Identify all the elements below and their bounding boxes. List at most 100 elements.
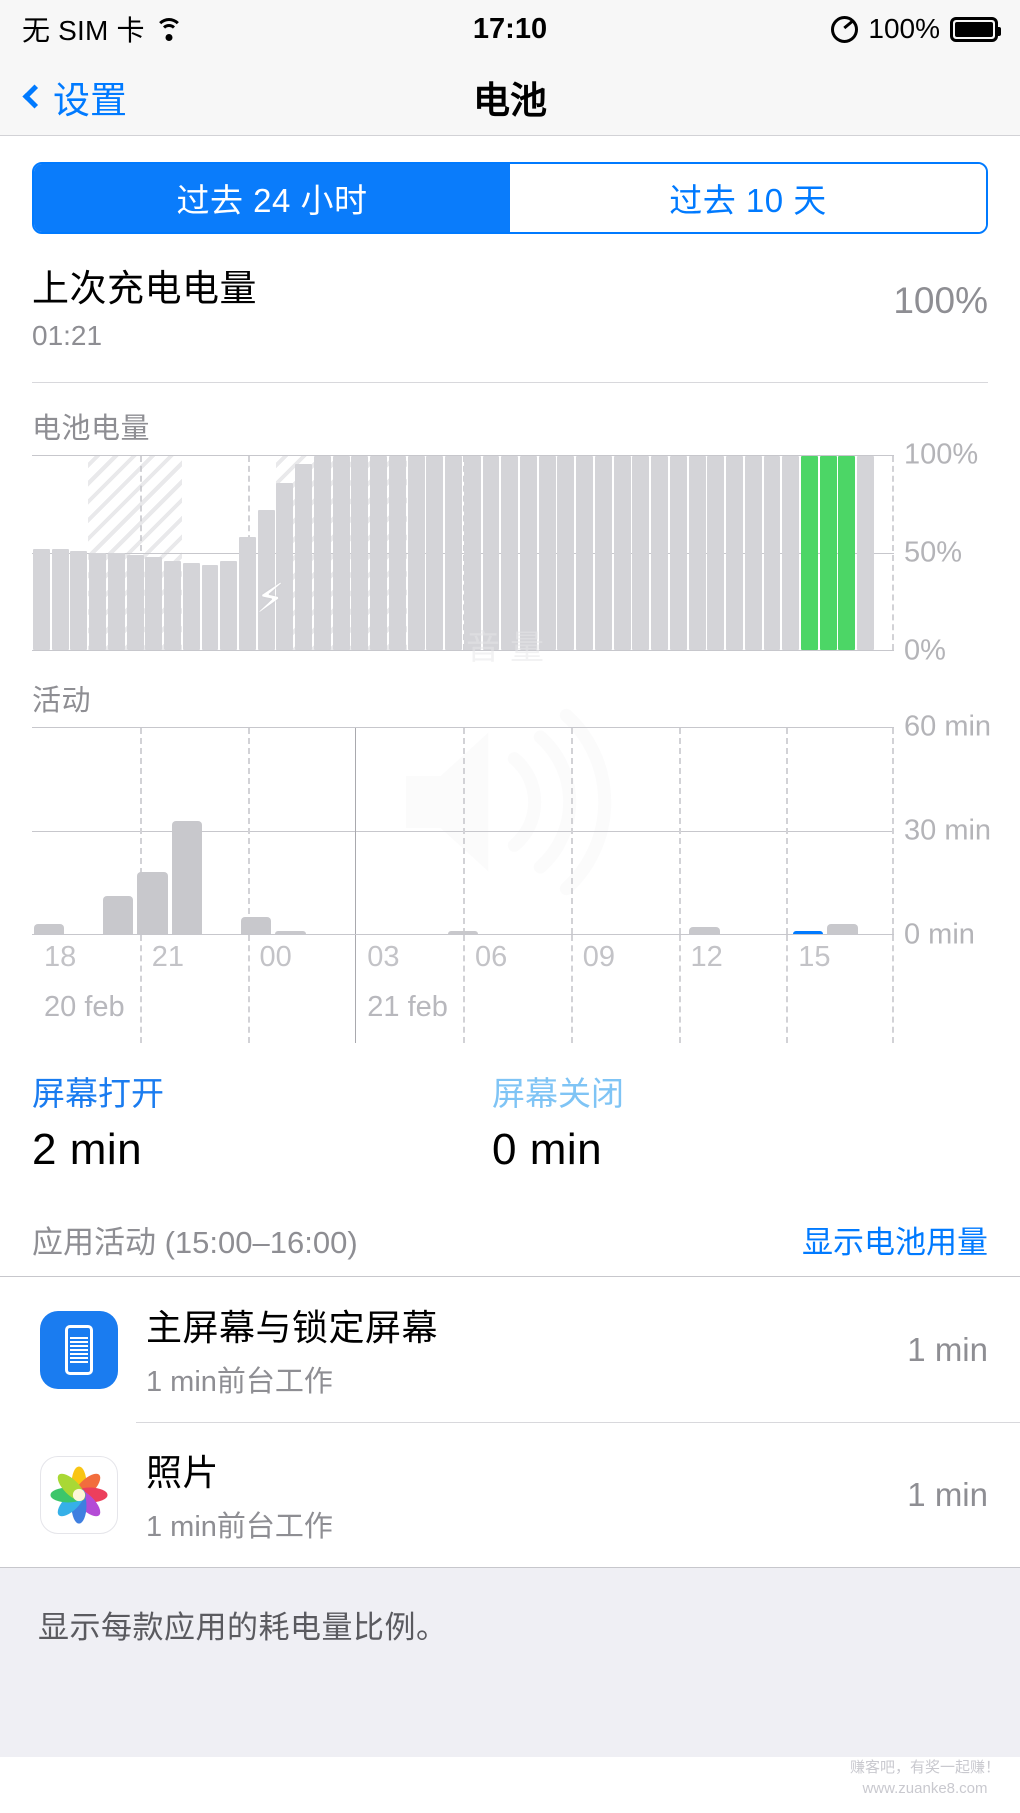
battery-level-bar <box>32 549 50 650</box>
x-axis-tick-label: 15 <box>798 941 831 973</box>
battery-level-bar <box>351 456 369 650</box>
battery-level-bar <box>744 456 762 650</box>
screen-on-label: 屏幕打开 <box>32 1075 164 1112</box>
y-axis-tick-label: 60 min <box>904 710 992 743</box>
x-axis-tick-label: 09 <box>582 941 616 973</box>
activity-bar <box>102 896 134 934</box>
activity-bar <box>447 930 479 934</box>
status-bar: 无 SIM 卡 17:10 100% <box>0 0 1020 58</box>
y-axis-tick-label: 30 min <box>904 814 992 847</box>
y-axis-tick-label: 100% <box>904 438 979 471</box>
activity-plot-row: 0 min 30 min 60 min <box>32 711 992 951</box>
watermark-line-1: 赚客吧，有奖一起赚！ <box>849 1759 1000 1776</box>
gridline-vertical <box>463 935 465 1043</box>
tab-last-10-days[interactable]: 过去 10 天 <box>510 164 986 232</box>
screen-off-label: 屏幕关闭 <box>492 1075 624 1112</box>
battery-level-bar <box>70 551 88 650</box>
battery-level-bar <box>519 456 537 650</box>
screen-on-column: 屏幕打开 2 min <box>32 1067 492 1175</box>
screen-time-summary: 屏幕打开 2 min 屏幕关闭 0 min <box>0 1043 1020 1181</box>
app-activity-header: 应用活动 (15:00–16:00) 显示电池用量 <box>0 1181 1020 1276</box>
x-axis-tick-label: 00 <box>259 941 292 973</box>
battery-level-bar <box>370 456 388 650</box>
app-name: 照片 <box>146 1452 220 1493</box>
app-name: 主屏幕与锁定屏幕 <box>146 1307 439 1348</box>
screen-off-column: 屏幕关闭 0 min <box>492 1067 952 1175</box>
battery-level-bar <box>426 456 444 650</box>
app-info: 主屏幕与锁定屏幕 1 min前台工作 <box>146 1299 907 1400</box>
battery-level-bar <box>782 456 800 650</box>
x-axis-tick-label: 03 <box>367 941 400 973</box>
battery-level-chart-block: 电池电量 ⚡ 0% 50% 100% <box>0 383 1020 667</box>
activity-chart-block: 活动 0 min 30 min 60 min 18 21 00 03 06 09 12 15 20 … <box>0 651 1020 1043</box>
battery-level-bar <box>726 456 744 650</box>
app-time: 1 min <box>907 1475 988 1513</box>
watermark-line-2: www.zuanke8.com <box>862 1780 988 1797</box>
time-range-segmented-control[interactable]: 过去 24 小时 过去 10 天 <box>32 162 988 234</box>
battery-level-bar <box>238 537 256 650</box>
activity-bar <box>689 927 720 934</box>
battery-level-bar <box>463 456 481 650</box>
show-battery-usage-button[interactable]: 显示电池用量 <box>802 1217 988 1262</box>
app-activity-title: 应用活动 (15:00–16:00) <box>32 1225 358 1260</box>
gridline-vertical <box>139 935 142 1043</box>
gridline-vertical <box>570 935 573 1043</box>
activity-x-axis: 18 21 00 03 06 09 12 15 20 feb 21 feb <box>32 935 894 1043</box>
battery-level-bar <box>220 560 238 650</box>
table-row[interactable]: 照片 1 min前台工作 1 min <box>0 1422 1020 1567</box>
battery-level-chart[interactable]: ⚡ <box>32 455 894 651</box>
battery-percent-label: 100% <box>868 13 940 44</box>
activity-bar <box>240 916 272 934</box>
battery-level-bars <box>32 456 894 650</box>
battery-level-bar <box>594 456 612 650</box>
x-axis-tick-label: 21 <box>151 941 185 973</box>
footer-note: 显示每款应用的耗电量比例。 <box>38 1610 448 1645</box>
battery-level-bar <box>838 456 856 650</box>
gridline-vertical <box>247 935 250 1043</box>
corner-watermark: 赚客吧，有奖一起赚！ www.zuanke8.com <box>850 1757 1000 1799</box>
battery-level-bar <box>613 456 631 650</box>
screen-on-value: 2 min <box>32 1125 143 1174</box>
x-axis-tick-label: 12 <box>690 941 723 973</box>
x-axis-date-label: 20 feb <box>44 991 125 1023</box>
activity-chart-label: 活动 <box>32 685 92 717</box>
app-detail: 1 min前台工作 <box>146 1511 333 1543</box>
battery-level-bar <box>388 456 406 650</box>
battery-level-bar <box>295 463 313 650</box>
status-bar-left: 无 SIM 卡 <box>22 9 184 49</box>
battery-level-bar <box>576 456 594 650</box>
x-axis-tick-label: 06 <box>475 941 508 973</box>
battery-level-bar <box>276 483 294 650</box>
y-axis-tick-label: 50% <box>904 536 963 569</box>
activity-x-axis-row: 18 21 00 03 06 09 12 15 20 feb 21 feb <box>32 935 988 1043</box>
battery-level-bar <box>801 456 818 650</box>
battery-level-bar <box>501 456 519 650</box>
x-axis-date-label: 21 feb <box>367 991 448 1023</box>
tab-last-24-hours[interactable]: 过去 24 小时 <box>34 164 510 232</box>
battery-level-bar <box>407 456 425 650</box>
photos-app-icon <box>40 1455 118 1534</box>
activity-chart[interactable] <box>32 727 894 935</box>
battery-level-bar <box>107 553 125 650</box>
last-charge-section: 上次充电电量 01:21 100% <box>0 234 1020 368</box>
battery-level-bar <box>557 456 575 650</box>
battery-level-bar <box>857 456 875 650</box>
battery-level-chart-label: 电池电量 <box>32 413 151 445</box>
battery-level-bar <box>707 456 725 650</box>
app-time: 1 min <box>907 1330 988 1368</box>
battery-level-bar <box>819 456 837 650</box>
lightning-bolt-icon: ⚡ <box>256 577 285 622</box>
battery-level-bar <box>182 562 200 650</box>
battery-level-bar <box>651 456 669 650</box>
home-lock-screen-icon <box>40 1310 118 1389</box>
app-detail: 1 min前台工作 <box>146 1366 333 1398</box>
wifi-icon <box>154 17 184 41</box>
day-divider <box>355 935 357 1043</box>
battery-level-bar <box>89 553 107 650</box>
battery-full-icon <box>950 16 1001 42</box>
gridline-vertical <box>678 935 681 1043</box>
battery-level-bar <box>51 549 69 650</box>
activity-bar <box>137 872 168 934</box>
last-charge-title: 上次充电电量 <box>32 268 257 309</box>
table-row[interactable]: 主屏幕与锁定屏幕 1 min前台工作 1 min <box>0 1277 1020 1422</box>
